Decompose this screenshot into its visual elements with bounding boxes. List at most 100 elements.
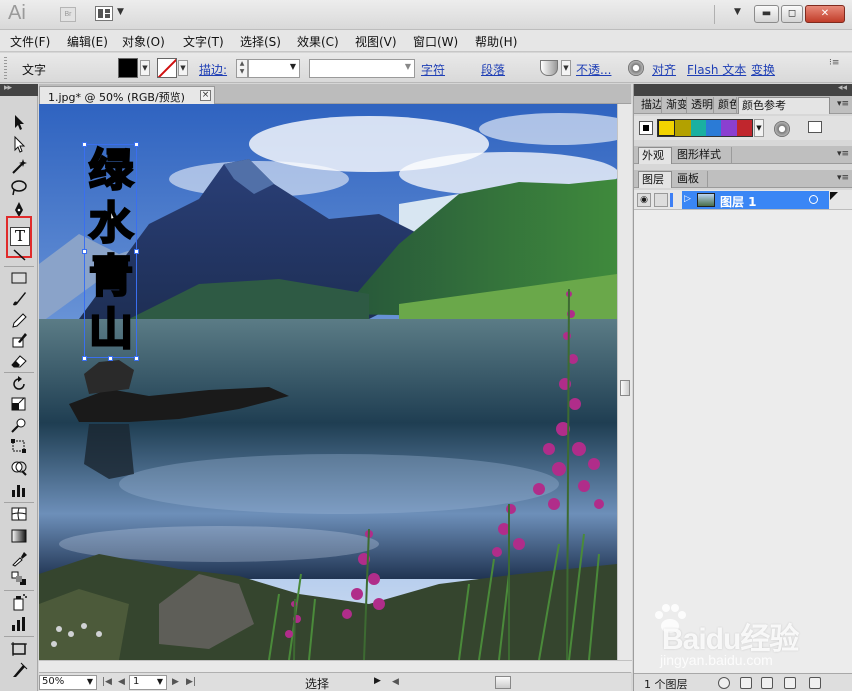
tab-color[interactable]: 颜色 xyxy=(715,97,737,114)
rectangle-tool-icon[interactable] xyxy=(8,268,30,288)
pencil-tool-icon[interactable] xyxy=(8,310,30,330)
harmony-dropdown[interactable]: ▼ xyxy=(754,119,764,137)
direct-selection-tool-icon[interactable] xyxy=(8,134,30,154)
arrange-documents-icon[interactable] xyxy=(95,6,113,21)
lasso-tool-icon[interactable] xyxy=(8,178,30,198)
menu-window[interactable]: 窗口(W) xyxy=(413,33,458,50)
tab-stroke[interactable]: 描边 xyxy=(638,97,662,114)
base-color-swatch[interactable] xyxy=(639,121,653,135)
menu-help[interactable]: 帮助(H) xyxy=(475,33,517,50)
free-transform-tool-icon[interactable] xyxy=(8,436,30,456)
blob-brush-tool-icon[interactable] xyxy=(8,330,30,350)
menu-object[interactable]: 对象(O) xyxy=(122,33,165,50)
menu-effect[interactable]: 效果(C) xyxy=(297,33,339,50)
gradient-tool-icon[interactable] xyxy=(8,526,30,546)
symbol-sprayer-tool-icon[interactable] xyxy=(8,592,30,612)
zoom-field[interactable]: 50% ▼ xyxy=(39,675,97,690)
column-graph-tool-icon[interactable] xyxy=(8,614,30,634)
tab-artboards[interactable]: 画板 xyxy=(674,171,708,188)
close-tab-icon[interactable]: × xyxy=(200,90,211,101)
expand-triangle-icon[interactable]: ▷ xyxy=(684,194,691,204)
make-clipping-mask-icon[interactable] xyxy=(740,677,752,689)
opacity-panel-link[interactable]: 不透... xyxy=(576,61,611,78)
selection-handle[interactable] xyxy=(134,356,139,361)
toolbox-header[interactable]: ▸▸ xyxy=(0,83,38,96)
line-segment-tool-icon[interactable] xyxy=(8,244,30,264)
layer-selected-art-icon[interactable] xyxy=(829,191,839,209)
new-layer-icon[interactable] xyxy=(784,677,796,689)
menu-select[interactable]: 选择(S) xyxy=(240,33,281,50)
control-menu-icon[interactable]: ⁝≡ xyxy=(829,58,839,68)
blend-dropdown[interactable]: ▼ xyxy=(561,60,571,76)
tab-transparency[interactable]: 透明 xyxy=(688,97,714,114)
menu-view[interactable]: 视图(V) xyxy=(355,33,397,50)
selection-handle[interactable] xyxy=(108,356,113,361)
artboard-tool-icon[interactable] xyxy=(8,639,30,659)
selection-tool-icon[interactable] xyxy=(8,112,30,132)
flash-text-link[interactable]: Flash 文本 xyxy=(687,61,746,78)
layer-row[interactable]: ◉ ▷ 图层 1 xyxy=(634,190,852,210)
arrange-dropdown-icon[interactable]: ▼ xyxy=(117,7,124,17)
paragraph-panel-link[interactable]: 段落 xyxy=(481,61,505,78)
panel-menu-icon[interactable]: ▾≡ xyxy=(837,99,849,109)
opacity-mask-icon[interactable] xyxy=(540,60,558,76)
blend-tool-icon[interactable] xyxy=(8,568,30,588)
harmony-swatch[interactable] xyxy=(690,120,706,136)
workspace-dropdown-icon[interactable]: ▼ xyxy=(734,7,741,17)
menu-file[interactable]: 文件(F) xyxy=(10,33,50,50)
page-field[interactable]: 1 ▼ xyxy=(129,675,167,690)
close-button[interactable]: ✕ xyxy=(805,5,845,23)
slice-tool-icon[interactable] xyxy=(8,660,30,680)
harmony-color-strip[interactable] xyxy=(657,119,753,137)
magic-wand-tool-icon[interactable] xyxy=(8,156,30,176)
align-panel-link[interactable]: 对齐 xyxy=(652,61,676,78)
eyedropper-tool-icon[interactable] xyxy=(8,548,30,568)
first-page-icon[interactable]: |◀ xyxy=(102,677,112,687)
layer-name[interactable]: 图层 1 xyxy=(720,193,757,210)
eye-icon[interactable]: ◉ xyxy=(637,193,651,207)
stroke-panel-link[interactable]: 描边: xyxy=(199,61,227,78)
horizontal-scroll-thumb[interactable] xyxy=(495,676,511,689)
next-page-icon[interactable]: ▶ xyxy=(172,677,179,687)
edit-colors-gear-icon[interactable] xyxy=(774,121,790,137)
stroke-weight-field[interactable]: ▼ xyxy=(248,59,300,78)
delete-layer-icon[interactable] xyxy=(809,677,821,689)
shape-builder-tool-icon[interactable] xyxy=(8,458,30,478)
layer-target-icon[interactable] xyxy=(809,195,818,204)
harmony-swatch[interactable] xyxy=(736,120,752,136)
document-tab[interactable]: 1.jpg* @ 50% (RGB/预览) × xyxy=(39,86,215,104)
font-family-field[interactable]: ▼ xyxy=(309,59,415,78)
lock-toggle[interactable] xyxy=(654,193,668,207)
control-bar-grip[interactable] xyxy=(4,57,7,79)
paintbrush-tool-icon[interactable] xyxy=(8,288,30,308)
harmony-swatch[interactable] xyxy=(721,120,737,136)
scroll-left-icon[interactable]: ◀ xyxy=(392,677,399,687)
restore-button[interactable]: ◻ xyxy=(781,5,803,23)
recolor-gear-icon[interactable] xyxy=(628,60,644,76)
vertical-scrollbar[interactable] xyxy=(617,104,632,660)
panel-menu-icon[interactable]: ▾≡ xyxy=(837,149,849,159)
tab-layers[interactable]: 图层 xyxy=(638,171,672,188)
harmony-swatch[interactable] xyxy=(705,120,722,136)
graph-tool-icon[interactable] xyxy=(8,480,30,500)
artboard-canvas[interactable]: 绿 水 青 山 xyxy=(39,104,617,660)
panel-menu-icon[interactable]: ▾≡ xyxy=(837,173,849,183)
warp-tool-icon[interactable] xyxy=(8,416,30,436)
stroke-dropdown[interactable]: ▼ xyxy=(178,60,188,76)
tab-appearance[interactable]: 外观 xyxy=(638,147,672,164)
status-menu-icon[interactable]: ▶ xyxy=(374,676,381,686)
save-swatch-group-icon[interactable] xyxy=(808,121,822,133)
locate-object-icon[interactable] xyxy=(718,677,730,689)
prev-page-icon[interactable]: ◀ xyxy=(118,677,125,687)
character-panel-link[interactable]: 字符 xyxy=(421,61,445,78)
selection-handle[interactable] xyxy=(82,356,87,361)
bridge-button[interactable]: Br xyxy=(60,7,76,22)
rotate-tool-icon[interactable] xyxy=(8,374,30,394)
eraser-tool-icon[interactable] xyxy=(8,350,30,370)
harmony-swatch[interactable] xyxy=(658,120,676,136)
last-page-icon[interactable]: ▶| xyxy=(186,677,196,687)
vertical-scroll-thumb[interactable] xyxy=(620,380,630,396)
tab-gradient[interactable]: 渐变 xyxy=(663,97,687,114)
menu-type[interactable]: 文字(T) xyxy=(183,33,224,50)
status-mode[interactable]: 选择 xyxy=(247,675,387,691)
